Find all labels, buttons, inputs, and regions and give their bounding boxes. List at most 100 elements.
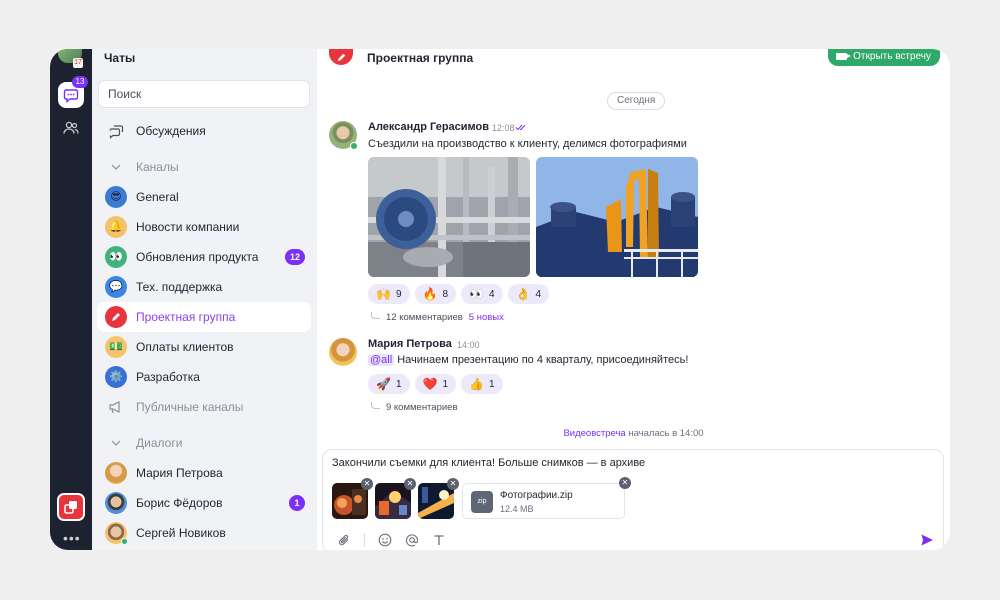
send-icon [921, 534, 933, 546]
reaction-button[interactable]: 👀 4 [461, 284, 503, 304]
reaction-count: 9 [395, 288, 402, 300]
reaction-button[interactable]: 🚀 1 [368, 374, 410, 394]
emoji-icon[interactable] [377, 532, 392, 547]
discussions-icon [105, 120, 127, 142]
sidebar-item-label: Мария Петрова [136, 466, 223, 480]
text-format-icon[interactable] [431, 532, 446, 547]
reaction-button[interactable]: 👍 1 [461, 374, 503, 394]
message-author[interactable]: Мария Петрова [368, 338, 452, 350]
file-name: Фотографии.zip [500, 490, 573, 501]
eyes-emoji-icon: 👀 [105, 246, 127, 268]
message-time: 12:08 [492, 123, 515, 133]
megaphone-icon [105, 396, 127, 418]
channel-title: Проектная группа [367, 51, 474, 65]
send-button[interactable] [919, 532, 935, 548]
reaction-button[interactable]: 🔥 8 [414, 284, 457, 304]
composer-toolbar [337, 532, 446, 547]
sidebar-item-maria-petrova[interactable]: Мария Петрова [97, 458, 311, 488]
more-icon[interactable]: ••• [63, 531, 81, 545]
money-emoji-icon: 💵 [105, 336, 127, 358]
sidebar-item-label: Разработка [136, 370, 200, 384]
unread-badge: 13 [72, 76, 88, 88]
sidebar-item-client-payments[interactable]: 💵 Оплаты клиентов [97, 332, 311, 362]
reaction-count: 4 [488, 288, 495, 300]
sidebar-item-label: Публичные каналы [136, 400, 244, 414]
reaction-button[interactable]: ❤️ 1 [414, 374, 457, 394]
video-camera-icon [836, 53, 852, 60]
sidebar-item-company-news[interactable]: 🔔 Новости компании [97, 212, 311, 242]
file-size: 12.4 MB [500, 504, 534, 514]
chat-icon [63, 89, 79, 103]
message-text: @all Начинаем презентацию по 4 кварталу,… [368, 354, 688, 366]
mention[interactable]: @all [368, 354, 395, 366]
app-rail: 17 13 ••• [50, 49, 92, 550]
sidebar-item-label: Оплаты клиентов [136, 340, 234, 354]
online-indicator [350, 142, 358, 150]
contacts-nav-button[interactable] [61, 119, 81, 137]
reaction-button[interactable]: 👌 4 [507, 284, 550, 304]
reaction-button[interactable]: 🙌 9 [368, 284, 410, 304]
zip-file-icon: zip [471, 491, 493, 513]
avatar [105, 522, 128, 545]
app-logo[interactable] [57, 493, 85, 521]
pen-emoji-icon [105, 306, 127, 328]
sunglasses-emoji-icon: 😎 [105, 186, 127, 208]
thread-link[interactable]: 9 комментариев [371, 401, 458, 413]
logo-icon [64, 501, 77, 514]
message-text: Съездили на производство к клиенту, дели… [368, 138, 687, 150]
system-message: Видеовстреча началась в 14:00 [317, 428, 950, 439]
thread-count: 9 комментариев [386, 402, 458, 413]
sidebar-item-tech-support[interactable]: 💬 Тех. поддержка [97, 272, 311, 302]
sidebar-item-label: Обсуждения [136, 124, 206, 138]
unread-badge: 1 [289, 495, 305, 511]
composer-input[interactable]: Закончили съемки для клиента! Больше сни… [332, 457, 645, 469]
message-author[interactable]: Александр Герасимов [368, 121, 489, 133]
sidebar-item-label: Обновления продукта [136, 250, 259, 264]
chevron-down-icon [105, 432, 127, 454]
sidebar-item-sergey-novikov[interactable]: Сергей Новиков [97, 518, 311, 548]
channels-section-toggle[interactable]: Каналы [97, 152, 311, 182]
photo-attachment[interactable] [368, 157, 530, 277]
video-meeting-link[interactable]: Видеовстреча [563, 428, 625, 439]
remove-attachment-icon[interactable]: ✕ [447, 478, 459, 490]
avatar[interactable] [329, 338, 357, 366]
remove-attachment-icon[interactable]: ✕ [619, 477, 631, 489]
sidebar-item-label: Борис Фёдоров [136, 496, 223, 510]
paperclip-icon[interactable] [337, 532, 352, 547]
sidebar-item-public-channels[interactable]: Публичные каналы [97, 392, 311, 422]
sidebar-item-label: Новости компании [136, 220, 240, 234]
sidebar-item-label: Сергей Новиков [136, 526, 226, 540]
file-attachment[interactable]: zip Фотографии.zip 12.4 MB [462, 483, 625, 519]
sidebar-item-discussions[interactable]: Обсуждения [97, 116, 311, 146]
message-composer[interactable]: Закончили съемки для клиента! Больше сни… [322, 449, 944, 550]
eyes-icon: 👀 [469, 287, 484, 301]
avatar [105, 462, 127, 484]
toolbar-divider [364, 532, 365, 547]
button-label: Открыть встречу [853, 51, 931, 62]
sidebar-item-general[interactable]: 😎 General [97, 182, 311, 212]
remove-attachment-icon[interactable]: ✕ [361, 478, 373, 490]
ok-hand-icon: 👌 [515, 287, 531, 301]
photo-attachment[interactable] [536, 157, 698, 277]
search-input[interactable] [98, 80, 310, 108]
open-meeting-button[interactable]: Открыть встречу [828, 49, 940, 66]
sidebar-title: Чаты [104, 51, 136, 65]
thread-hook [371, 401, 380, 409]
sidebar-item-development[interactable]: ⚙️ Разработка [97, 362, 311, 392]
sidebar-item-product-updates[interactable]: 👀 Обновления продукта 12 [97, 242, 311, 272]
remove-attachment-icon[interactable]: ✕ [404, 478, 416, 490]
reactions: 🚀 1 ❤️ 1 👍 1 [368, 374, 503, 394]
raising-hands-icon: 🙌 [376, 287, 391, 301]
section-label: Диалоги [136, 436, 183, 450]
system-text: началась в 14:00 [625, 428, 704, 439]
mention-icon[interactable] [404, 532, 419, 547]
pen-icon [337, 53, 345, 62]
sidebar-item-boris-fedorov[interactable]: Борис Фёдоров 1 [97, 488, 311, 518]
sidebar-item-project-group[interactable]: Проектная группа [97, 302, 311, 332]
dialogs-section-toggle[interactable]: Диалоги [97, 428, 311, 458]
sidebar-item-label: General [136, 190, 179, 204]
thread-link[interactable]: 12 комментариев 5 новых [371, 311, 504, 323]
reaction-count: 8 [442, 288, 449, 300]
calendar-icon: 17 [73, 58, 83, 68]
reaction-count: 4 [535, 288, 542, 300]
